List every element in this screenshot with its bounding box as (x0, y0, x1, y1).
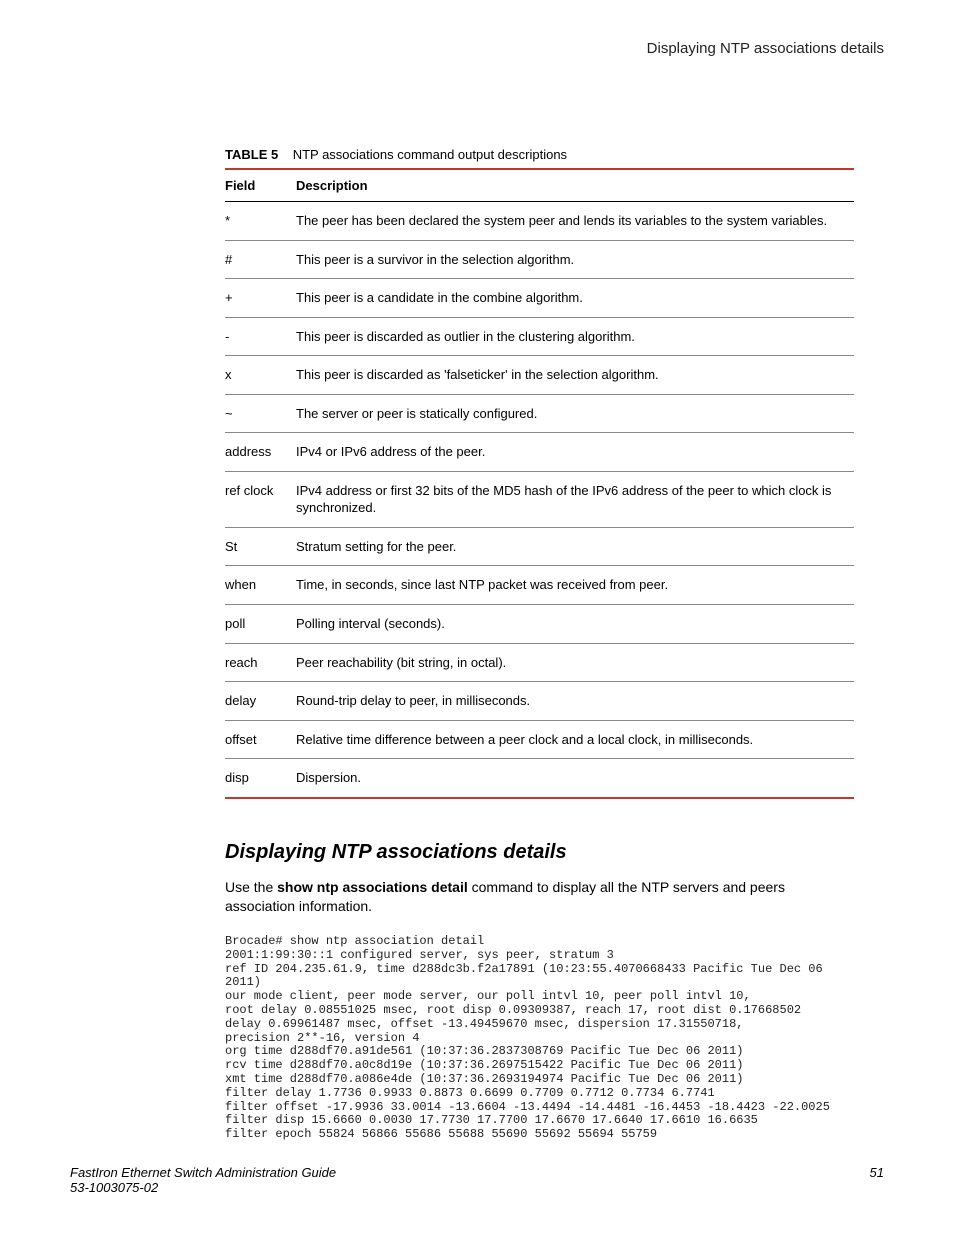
table-cell-field: address (225, 433, 296, 472)
ntp-table: Field Description *The peer has been dec… (225, 168, 854, 799)
table-row: pollPolling interval (seconds). (225, 605, 854, 644)
table-row: #This peer is a survivor in the selectio… (225, 240, 854, 279)
table-cell-field: offset (225, 720, 296, 759)
table-cell-desc: Dispersion. (296, 759, 854, 798)
table-cell-field: # (225, 240, 296, 279)
table-row: -This peer is discarded as outlier in th… (225, 317, 854, 356)
footer-left: FastIron Ethernet Switch Administration … (70, 1165, 336, 1195)
table-cell-desc: Peer reachability (bit string, in octal)… (296, 643, 854, 682)
intro-pre: Use the (225, 879, 277, 895)
table-row: +This peer is a candidate in the combine… (225, 279, 854, 318)
footer-docnum: 53-1003075-02 (70, 1180, 336, 1195)
table-row: xThis peer is discarded as 'falseticker'… (225, 356, 854, 395)
table-cell-desc: Round-trip delay to peer, in millisecond… (296, 682, 854, 721)
section-heading: Displaying NTP associations details (225, 841, 854, 864)
page-header-title: Displaying NTP associations details (70, 40, 884, 57)
table-cell-desc: The peer has been declared the system pe… (296, 202, 854, 241)
table-cell-desc: IPv4 address or first 32 bits of the MD5… (296, 471, 854, 527)
table-cell-desc: The server or peer is statically configu… (296, 394, 854, 433)
table-row: reachPeer reachability (bit string, in o… (225, 643, 854, 682)
table-row: StStratum setting for the peer. (225, 527, 854, 566)
table-cell-field: ~ (225, 394, 296, 433)
table-cell-field: ref clock (225, 471, 296, 527)
table-cell-field: x (225, 356, 296, 395)
code-output: Brocade# show ntp association detail 200… (225, 935, 854, 1142)
table-cell-desc: This peer is a candidate in the combine … (296, 279, 854, 318)
table-cell-field: delay (225, 682, 296, 721)
table-row: ~The server or peer is statically config… (225, 394, 854, 433)
table-cell-desc: Stratum setting for the peer. (296, 527, 854, 566)
table-cell-desc: This peer is a survivor in the selection… (296, 240, 854, 279)
table-row: *The peer has been declared the system p… (225, 202, 854, 241)
table-cell-field: reach (225, 643, 296, 682)
table-row: dispDispersion. (225, 759, 854, 798)
table-cell-desc: IPv4 or IPv6 address of the peer. (296, 433, 854, 472)
table-cell-field: when (225, 566, 296, 605)
table-cell-desc: Relative time difference between a peer … (296, 720, 854, 759)
table-cell-field: poll (225, 605, 296, 644)
table-caption-label: TABLE 5 (225, 147, 278, 162)
table-cell-field: disp (225, 759, 296, 798)
footer-guide: FastIron Ethernet Switch Administration … (70, 1165, 336, 1180)
table-caption: TABLE 5 NTP associations command output … (225, 147, 854, 162)
table-cell-desc: Polling interval (seconds). (296, 605, 854, 644)
table-row: delayRound-trip delay to peer, in millis… (225, 682, 854, 721)
section-intro: Use the show ntp associations detail com… (225, 878, 854, 917)
table-cell-desc: This peer is discarded as 'falseticker' … (296, 356, 854, 395)
table-caption-text: NTP associations command output descript… (293, 147, 567, 162)
table-cell-field: - (225, 317, 296, 356)
table-head-desc: Description (296, 169, 854, 202)
table-row: offsetRelative time difference between a… (225, 720, 854, 759)
table-cell-field: + (225, 279, 296, 318)
table-row: addressIPv4 or IPv6 address of the peer. (225, 433, 854, 472)
table-cell-desc: This peer is discarded as outlier in the… (296, 317, 854, 356)
table-row: whenTime, in seconds, since last NTP pac… (225, 566, 854, 605)
table-head-field: Field (225, 169, 296, 202)
table-row: ref clockIPv4 address or first 32 bits o… (225, 471, 854, 527)
footer-page: 51 (870, 1165, 884, 1195)
table-cell-field: * (225, 202, 296, 241)
intro-command: show ntp associations detail (277, 879, 468, 895)
table-cell-desc: Time, in seconds, since last NTP packet … (296, 566, 854, 605)
table-cell-field: St (225, 527, 296, 566)
